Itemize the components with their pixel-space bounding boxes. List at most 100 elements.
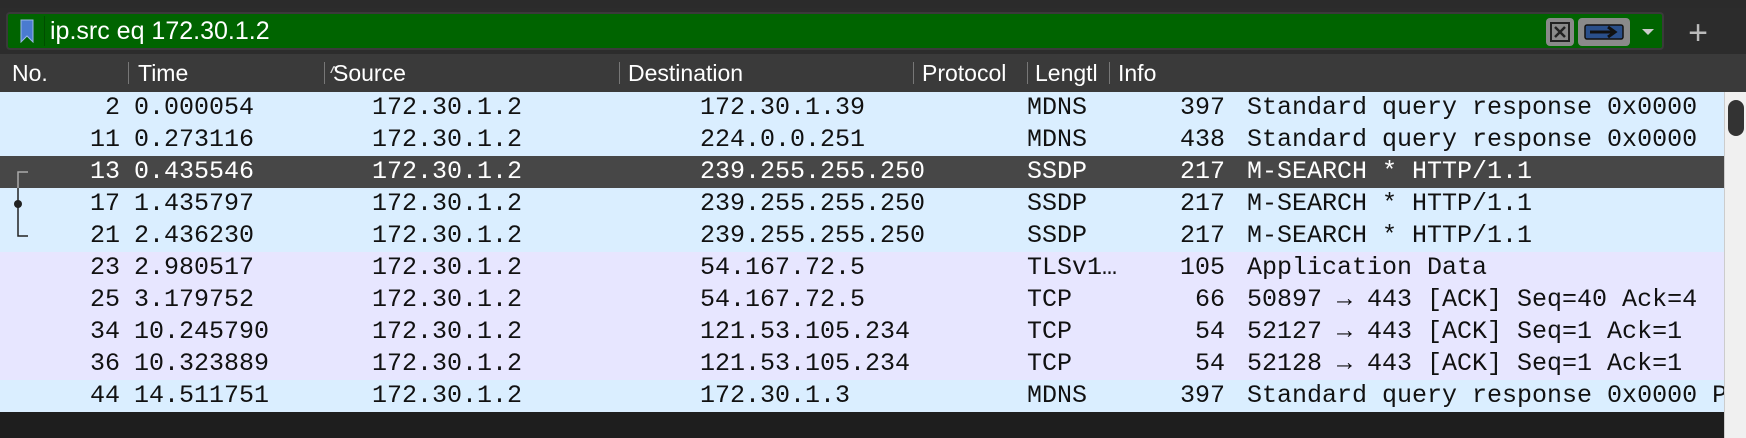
packet-number: 25 (89, 285, 120, 314)
add-filter-button[interactable]: + (1680, 16, 1716, 52)
packet-length: 54 (1194, 317, 1225, 346)
packet-info: Standard query response 0x0000 (1247, 93, 1698, 122)
packet-info: 52127 → 443 [ACK] Seq=1 Ack=1 (1247, 317, 1683, 346)
packet-source: 172.30.1.2 (372, 157, 523, 186)
arrow-right-icon (1584, 24, 1624, 40)
table-row[interactable]: 13 0.435546 172.30.1.2 239.255.255.250 SSDP 2… (0, 156, 1724, 188)
column-separator[interactable] (324, 62, 325, 84)
packet-time: 2.980517 (134, 253, 255, 282)
packet-destination: 239.255.255.250 (700, 221, 926, 250)
packet-time: 0.273116 (134, 125, 255, 154)
packet-length: 438 (1179, 125, 1225, 154)
table-row[interactable]: 23 2.980517 172.30.1.2 54.167.72.5 TLSv1… 105… (0, 252, 1724, 284)
column-separator[interactable] (1109, 62, 1110, 84)
column-source[interactable]: Source (333, 54, 613, 92)
apply-filter-button[interactable] (1578, 18, 1630, 46)
packet-protocol: MDNS (1027, 93, 1088, 122)
display-filter-bar (6, 12, 1664, 50)
table-row[interactable]: 11 0.273116 172.30.1.2 224.0.0.251 MDNS 438 St… (0, 124, 1724, 156)
column-separator[interactable] (619, 62, 620, 84)
packet-destination: 239.255.255.250 (700, 189, 926, 218)
packet-length: 217 (1179, 221, 1225, 250)
packet-source: 172.30.1.2 (372, 285, 523, 314)
packet-destination: 54.167.72.5 (700, 253, 866, 282)
plus-icon: + (1688, 14, 1708, 52)
table-row[interactable]: 2 0.000054 172.30.1.2 172.30.1.39 MDNS 397 Sta… (0, 92, 1724, 124)
packet-length: 217 (1179, 189, 1225, 218)
packet-length: 217 (1179, 157, 1225, 186)
packet-protocol: TCP (1027, 285, 1073, 314)
packet-destination: 224.0.0.251 (700, 125, 866, 154)
packet-number: 11 (89, 125, 120, 154)
packet-protocol: SSDP (1027, 189, 1088, 218)
packet-protocol: MDNS (1027, 381, 1088, 410)
packet-length: 397 (1179, 93, 1225, 122)
packet-destination: 121.53.105.234 (700, 317, 911, 346)
related-packet-icon (17, 171, 28, 188)
column-separator[interactable] (1027, 62, 1028, 84)
column-destination[interactable]: Destination (628, 54, 908, 92)
packet-info: M-SEARCH * HTTP/1.1 (1247, 189, 1533, 218)
related-packet-icon (17, 220, 28, 237)
packet-source: 172.30.1.2 (372, 253, 523, 282)
packet-length: 105 (1179, 253, 1225, 282)
scrollbar-thumb[interactable] (1728, 100, 1744, 136)
column-info[interactable]: Info (1118, 54, 1318, 92)
table-row[interactable]: 21 2.436230 172.30.1.2 239.255.255.250 SSDP 2… (0, 220, 1724, 252)
packet-destination: 172.30.1.39 (700, 93, 866, 122)
column-separator[interactable] (128, 62, 129, 84)
packet-destination: 172.30.1.3 (700, 381, 851, 410)
packet-destination: 121.53.105.234 (700, 349, 911, 378)
packet-list[interactable]: 2 0.000054 172.30.1.2 172.30.1.39 MDNS 397 Sta… (0, 92, 1724, 438)
packet-time: 2.436230 (134, 221, 255, 250)
table-row[interactable]: 17 1.435797 172.30.1.2 239.255.255.250 SSDP 2… (0, 188, 1724, 220)
chevron-down-icon (1642, 29, 1654, 35)
packet-list-scrollbar[interactable] (1724, 92, 1746, 438)
column-length[interactable]: Lengtl (1035, 54, 1105, 92)
window-top-strip (0, 0, 1746, 8)
filter-history-dropdown[interactable] (1636, 18, 1660, 46)
packet-info: Application Data (1247, 253, 1488, 282)
table-row[interactable]: 34 10.245790 172.30.1.2 121.53.105.234 TCP 54… (0, 316, 1724, 348)
packet-info: M-SEARCH * HTTP/1.1 (1247, 157, 1533, 186)
table-row[interactable]: 25 3.179752 172.30.1.2 54.167.72.5 TCP 66 5089… (0, 284, 1724, 316)
packet-source: 172.30.1.2 (372, 317, 523, 346)
packet-destination: 239.255.255.250 (700, 157, 926, 186)
packet-length: 54 (1194, 349, 1225, 378)
column-separator[interactable] (913, 62, 914, 84)
packet-time: 3.179752 (134, 285, 255, 314)
column-protocol[interactable]: Protocol (922, 54, 1022, 92)
packet-protocol: SSDP (1027, 221, 1088, 250)
table-row[interactable]: 44 14.511751 172.30.1.2 172.30.1.3 MDNS 397 St… (0, 380, 1724, 412)
column-no[interactable]: No. (12, 54, 132, 92)
packet-protocol: SSDP (1027, 157, 1088, 186)
packet-length: 397 (1179, 381, 1225, 410)
packet-protocol: TLSv1… (1027, 253, 1118, 282)
packet-info: M-SEARCH * HTTP/1.1 (1247, 221, 1533, 250)
bookmark-icon[interactable] (10, 16, 45, 46)
packet-time: 10.245790 (134, 317, 270, 346)
packet-time: 1.435797 (134, 189, 255, 218)
related-packet-icon (14, 188, 22, 220)
display-filter-toolbar: + (0, 8, 1746, 54)
packet-source: 172.30.1.2 (372, 93, 523, 122)
column-time[interactable]: Time (138, 54, 318, 92)
packet-number: 23 (89, 253, 120, 282)
display-filter-input[interactable] (50, 16, 1530, 46)
clear-filter-button[interactable] (1546, 18, 1574, 46)
packet-number: 34 (89, 317, 120, 346)
packet-number: 36 (89, 349, 120, 378)
packet-length: 66 (1194, 285, 1225, 314)
packet-source: 172.30.1.2 (372, 189, 523, 218)
clear-x-icon (1550, 22, 1570, 42)
table-row[interactable]: 36 10.323889 172.30.1.2 121.53.105.234 TCP 54… (0, 348, 1724, 380)
packet-time: 0.000054 (134, 93, 255, 122)
packet-protocol: TCP (1027, 317, 1073, 346)
packet-list-header: No. Time ^ Source Destination Protocol L… (0, 54, 1746, 92)
packet-number: 44 (89, 381, 120, 410)
packet-destination: 54.167.72.5 (700, 285, 866, 314)
packet-protocol: MDNS (1027, 125, 1088, 154)
packet-source: 172.30.1.2 (372, 125, 523, 154)
packet-source: 172.30.1.2 (372, 221, 523, 250)
packet-time: 10.323889 (134, 349, 270, 378)
